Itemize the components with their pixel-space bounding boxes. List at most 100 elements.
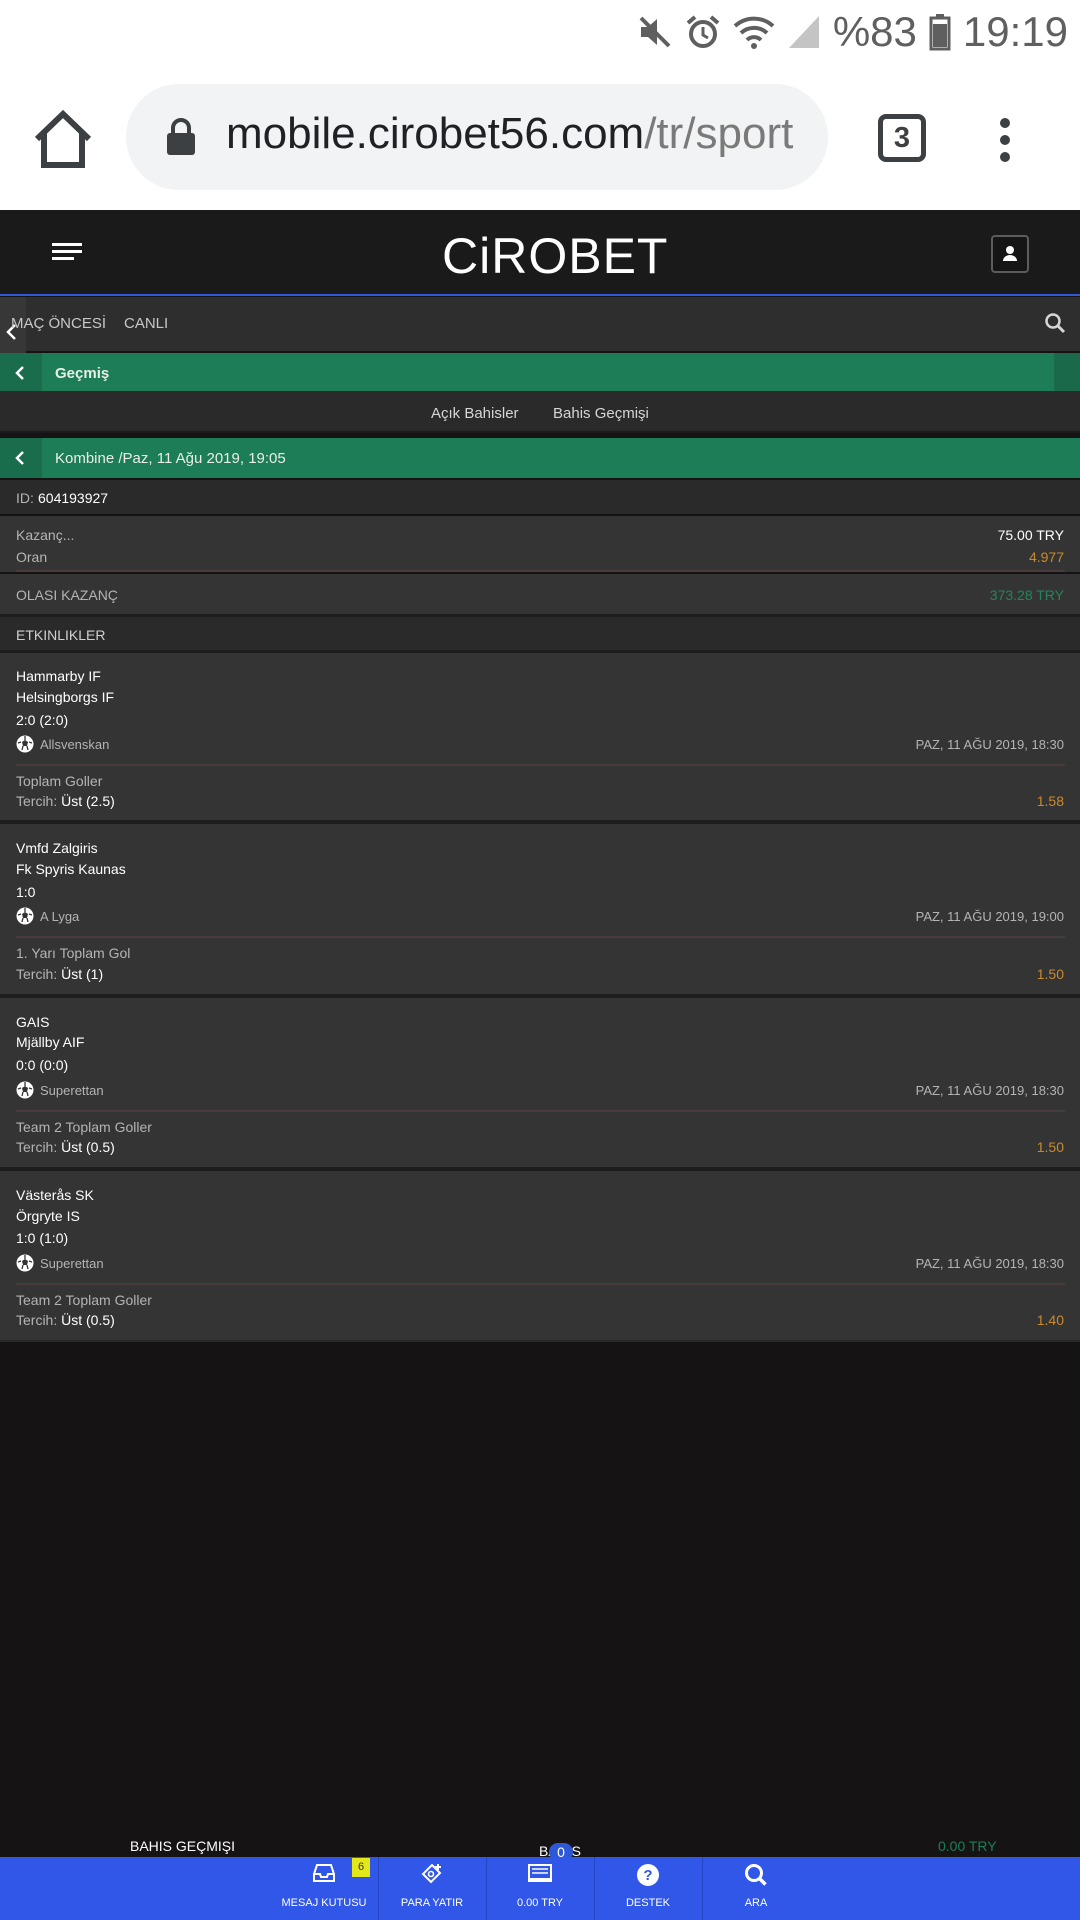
event-odd: 1.50 (1036, 1139, 1064, 1155)
football-icon (16, 735, 34, 753)
bet-id-label: ID: (16, 490, 34, 506)
event-date: PAZ, 11 AĞU 2019, 18:30 (915, 1083, 1064, 1098)
user-account-button[interactable] (991, 235, 1029, 273)
home-icon[interactable] (30, 106, 96, 172)
tab-open-bets[interactable]: Açık Bahisler (431, 405, 519, 422)
bet-title: Kombine /Paz, 11 Ağu 2019, 19:05 (55, 450, 286, 467)
inbox-icon (313, 1864, 335, 1882)
bet-detail-back-button[interactable] (0, 438, 42, 478)
tab-switcher-button[interactable]: 3 (878, 114, 926, 162)
dock-search[interactable]: ARA (702, 1857, 810, 1920)
league-name: A Lyga (40, 909, 80, 924)
status-bar: %83 19:19 (0, 0, 1080, 62)
app-header: CiROBET (0, 210, 1080, 296)
mute-icon (639, 16, 671, 48)
cirobet-logo[interactable]: CiROBET (442, 228, 668, 284)
pick: Tercih: Üst (1) (16, 966, 104, 982)
pick: Tercih: Üst (2.5) (16, 793, 115, 809)
event-card: Vmfd Zalgiris Fk Spyris Kaunas 1:0 A Lyg… (0, 824, 1080, 994)
dock-balance[interactable]: 0.00 TRY (486, 1857, 594, 1920)
football-icon (16, 907, 34, 925)
events-header: ETKINLIKLER (0, 617, 1080, 650)
stake-label: Kazanç... (16, 527, 75, 543)
event-odd: 1.58 (1036, 793, 1064, 809)
message-count-badge: 6 (352, 1858, 370, 1877)
alarm-icon (686, 15, 720, 48)
url-text: mobile.cirobet56.com/tr/sport (226, 109, 794, 158)
search-icon (745, 1864, 767, 1886)
market-name: 1. Yarı Toplam Gol (16, 945, 131, 961)
event-date: PAZ, 11 AĞU 2019, 19:00 (915, 909, 1064, 924)
tab-bet-history[interactable]: Bahis Geçmişi (553, 405, 649, 422)
potential-win-value: 373.28 TRY (989, 587, 1064, 603)
event-date: PAZ, 11 AĞU 2019, 18:30 (915, 737, 1064, 752)
search-icon[interactable] (1044, 312, 1066, 334)
odds-value: 4.977 (1028, 549, 1064, 565)
bet-summary: Kazanç... 75.00 TRY Oran 4.977 (0, 516, 1080, 572)
home-team: Hammarby IF (16, 668, 101, 684)
tab-prematch[interactable]: MAÇ ÖNCESİ (11, 315, 106, 332)
balance-text: 0.00 TRY (938, 1838, 997, 1854)
event-date: PAZ, 11 AĞU 2019, 18:30 (915, 1256, 1064, 1271)
history-title: Geçmiş (55, 365, 110, 382)
league-name: Allsvenskan (40, 737, 110, 752)
browser-toolbar: mobile.cirobet56.com/tr/sport 3 (0, 62, 1080, 210)
pick: Tercih: Üst (0.5) (16, 1139, 115, 1155)
wifi-icon (733, 16, 775, 49)
chevron-left-icon (15, 451, 24, 465)
bet-tabs: Açık Bahisler Bahis Geçmişi (0, 391, 1080, 433)
event-card: Västerås SK Örgryte IS 1:0 (1:0) Superet… (0, 1171, 1080, 1340)
more-menu-icon[interactable] (995, 116, 1015, 164)
bet-id-row: ID: 604193927 (0, 480, 1080, 514)
dock-deposit[interactable]: PARA YATIR (378, 1857, 486, 1920)
chevron-left-icon (15, 366, 24, 380)
battery-icon (929, 14, 951, 51)
home-team: Västerås SK (16, 1187, 94, 1203)
dock-support[interactable]: ? DESTEK (594, 1857, 702, 1920)
pick: Tercih: Üst (0.5) (16, 1312, 115, 1328)
bet-id-value: 604193927 (38, 490, 109, 506)
market-name: Team 2 Toplam Goller (16, 1119, 152, 1135)
market-name: Toplam Goller (16, 773, 103, 789)
potential-win-row: OLASI KAZANÇ 373.28 TRY (0, 574, 1080, 614)
bottom-dock: MESAJ KUTUSU 6 PARA YATIR 0.00 TRY ? DES… (0, 1857, 1080, 1920)
history-back-button[interactable] (0, 353, 42, 393)
user-icon (1003, 246, 1017, 261)
potential-win-label: OLASI KAZANÇ (16, 587, 118, 603)
stake-value: 75.00 TRY (997, 527, 1064, 543)
market-name: Team 2 Toplam Goller (16, 1292, 152, 1308)
history-header: Geçmiş (0, 353, 1080, 393)
bet-history-link[interactable]: BAHIS GEÇMIŞI (130, 1838, 235, 1854)
home-team: Vmfd Zalgiris (16, 840, 98, 856)
signal-icon (788, 16, 819, 48)
score: 1:0 (1:0) (16, 1230, 69, 1246)
away-team: Fk Spyris Kaunas (16, 861, 126, 877)
football-icon (16, 1254, 34, 1272)
home-team: GAIS (16, 1014, 50, 1030)
event-odd: 1.40 (1036, 1312, 1064, 1328)
away-team: Örgryte IS (16, 1208, 80, 1224)
help-icon: ? (637, 1864, 659, 1886)
score: 1:0 (16, 884, 36, 900)
events-label: ETKINLIKLER (16, 627, 106, 643)
odds-label: Oran (16, 549, 48, 565)
betslip-bar: BAHIS GEÇMIŞI BAHIS KUPONU0 0.00 TRY (0, 1833, 1080, 1875)
away-team: Helsingborgs IF (16, 689, 115, 705)
battery-percent: %83 (832, 8, 917, 55)
bet-detail-header: Kombine /Paz, 11 Ağu 2019, 19:05 (0, 438, 1080, 478)
hamburger-menu-icon[interactable] (52, 241, 82, 261)
league-name: Superettan (40, 1083, 104, 1098)
deposit-icon (421, 1863, 442, 1884)
league-name: Superettan (40, 1256, 104, 1271)
away-team: Mjällby AIF (16, 1034, 85, 1050)
clock: 19:19 (962, 8, 1068, 55)
football-icon (16, 1081, 34, 1099)
wallet-icon (528, 1864, 552, 1882)
score: 0:0 (0:0) (16, 1057, 69, 1073)
score: 2:0 (2:0) (16, 712, 69, 728)
tab-live[interactable]: CANLI (124, 315, 168, 332)
address-bar[interactable]: mobile.cirobet56.com/tr/sport (126, 84, 828, 190)
lock-icon (167, 118, 195, 155)
event-card: Hammarby IF Helsingborgs IF 2:0 (2:0) Al… (0, 653, 1080, 820)
svg-text:?: ? (643, 1867, 652, 1884)
